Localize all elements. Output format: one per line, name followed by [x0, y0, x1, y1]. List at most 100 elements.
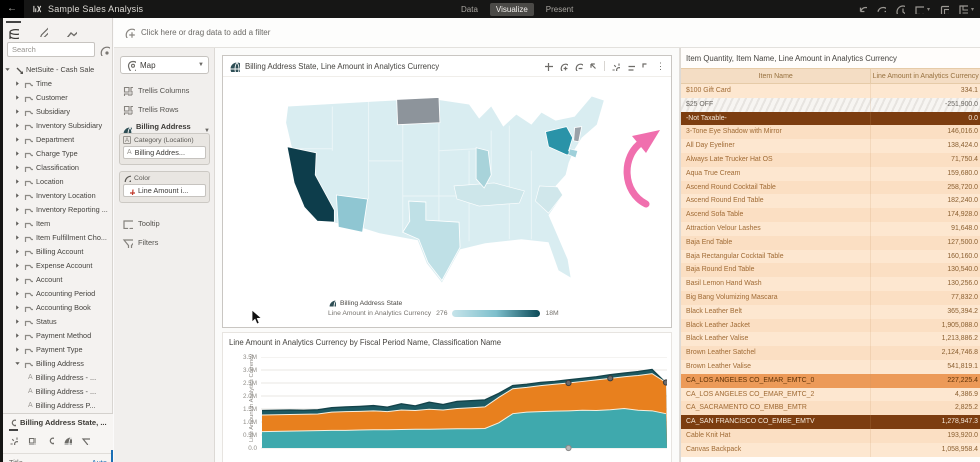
category-pill[interactable]: A Billing Addres... — [123, 146, 206, 159]
table-row[interactable]: Black Leather Jacket 1,905,088.0 — [681, 318, 980, 333]
undo-icon[interactable] — [857, 4, 867, 14]
attribute-icon: A — [28, 387, 33, 395]
tree-item[interactable]: Charge Type — [4, 146, 112, 160]
properties-tab-filter-icon[interactable] — [81, 432, 96, 452]
add-filter-icon[interactable] — [124, 27, 135, 38]
table-row[interactable]: Attraction Velour Lashes 91,648.0 — [681, 221, 980, 236]
tree-item[interactable]: Payment Type — [4, 342, 112, 356]
maximize-icon[interactable] — [641, 62, 650, 71]
fit-map-icon[interactable] — [589, 62, 598, 71]
present-window-icon[interactable] — [939, 4, 949, 14]
tree-item[interactable]: Payment Method — [4, 328, 112, 342]
table-row[interactable]: $25 OFF -251,900.0 — [681, 97, 980, 112]
zoom-in-icon[interactable] — [559, 62, 568, 71]
table-row[interactable]: CA_SACRAMENTO CO_EMBB_EMTR 2,825.2 — [681, 401, 980, 416]
table-row[interactable]: All Day Eyeliner 138,424.0 — [681, 139, 980, 153]
tree-item[interactable]: Location — [4, 174, 112, 188]
us-choropleth-map[interactable] — [268, 90, 640, 292]
table-row[interactable]: Baja Rectangular Cocktail Table 160,160.0 — [681, 249, 980, 264]
area-chart-card[interactable]: Line Amount in Analytics Currency by Fis… — [222, 332, 672, 462]
properties-tab-style-icon[interactable] — [27, 432, 42, 451]
back-button[interactable]: ← — [0, 0, 24, 18]
table-row[interactable]: -Not Taxable- 0.0 — [681, 111, 980, 126]
tree-item[interactable]: Time — [4, 76, 112, 90]
save-icon[interactable] — [958, 4, 968, 14]
properties-tab-general-icon[interactable] — [9, 429, 25, 452]
table-row[interactable]: Brown Leather Satchel 2,124,746.8 — [681, 346, 980, 360]
tree-item[interactable]: Item Fulfillment Cho... — [4, 230, 112, 244]
table-row[interactable]: Brown Leather Valise 541,819.1 — [681, 359, 980, 374]
grammar-trellis-columns[interactable]: Trellis Columns — [122, 85, 189, 96]
column-header-line-amount[interactable]: Line Amount in Analytics Currency — [870, 69, 980, 83]
properties-tab-map-icon[interactable] — [45, 432, 60, 451]
table-row[interactable]: CA_SAN FRANCISCO CO_EMBE_EMTV 1,278,947.3 — [681, 415, 980, 429]
tree-item[interactable]: Billing Account — [4, 244, 112, 258]
viz-type-select[interactable]: Map ▼ — [120, 56, 209, 74]
table-row[interactable]: Aqua True Cream 159,680.0 — [681, 166, 980, 181]
table-row[interactable]: Baja Round End Table 130,540.0 — [681, 263, 980, 278]
tree-item[interactable]: Account — [4, 272, 112, 286]
table-row[interactable]: Ascend Round End Table 182,240.0 — [681, 194, 980, 209]
grammar-filters[interactable]: Filters — [122, 237, 158, 248]
tree-item[interactable]: Billing Address — [4, 356, 112, 370]
tree-item[interactable]: NetSuite - Cash Sale — [4, 62, 112, 76]
tree-item-label: Status — [36, 316, 57, 326]
table-row[interactable]: Ascend Sofa Table 174,928.0 — [681, 208, 980, 222]
tree-item[interactable]: Status — [4, 314, 112, 328]
more-options-icon[interactable]: ⋮ — [656, 61, 665, 71]
tree-item[interactable]: Accounting Book — [4, 300, 112, 314]
grammar-tooltip[interactable]: Tooltip — [122, 218, 160, 229]
tree-item[interactable]: Customer — [4, 90, 112, 104]
table-row[interactable]: Canvas Backpack 1,058,958.4 — [681, 442, 980, 457]
table-row[interactable]: Baja End Table 127,500.0 — [681, 235, 980, 250]
color-pill[interactable]: Line Amount i... — [123, 184, 206, 197]
table-row[interactable]: CA_LOS ANGELES CO_EMAR_EMTC_0 227,225.4 — [681, 373, 980, 388]
history-icon[interactable] — [895, 4, 905, 14]
map-visualization-card[interactable]: Billing Address State, Line Amount in An… — [222, 55, 672, 328]
tree-item[interactable]: Inventory Location — [4, 188, 112, 202]
table-row[interactable]: Ascend Round Cocktail Table 258,720.0 — [681, 180, 980, 195]
column-header-item-name[interactable]: Item Name — [681, 69, 870, 83]
table-row[interactable]: Cable Knit Hat 193,920.0 — [681, 428, 980, 443]
tree-item[interactable]: A Billing Address - ... — [4, 384, 112, 398]
area-chart-plot[interactable] — [261, 357, 667, 462]
tree-item[interactable]: Item — [4, 216, 112, 230]
table-row[interactable]: $100 Gift Card 334.1 — [681, 84, 980, 98]
search-input[interactable] — [7, 42, 95, 57]
table-row[interactable]: CA_LOS ANGELES CO_EMAR_EMTC_2 4,386.9 — [681, 387, 980, 402]
color-dropzone[interactable]: Color Line Amount i... — [119, 171, 210, 203]
settings-gear-icon[interactable] — [611, 62, 620, 71]
category-dropzone[interactable]: A Category (Location) A Billing Addres... — [119, 133, 210, 165]
search-options-icon[interactable] — [99, 43, 114, 61]
tree-item[interactable]: A Billing Address P... — [4, 398, 112, 412]
grammar-trellis-rows[interactable]: Trellis Rows — [122, 104, 179, 115]
tree-item[interactable]: Subsidiary — [4, 104, 112, 118]
tree-item[interactable]: Inventory Subsidiary — [4, 118, 112, 132]
redo-icon[interactable] — [876, 4, 886, 14]
tab-visualize[interactable]: Visualize — [489, 2, 534, 16]
properties-tab-layer-icon[interactable] — [63, 432, 78, 451]
table-row[interactable]: Big Bang Volumizing Mascara 77,832.0 — [681, 290, 980, 305]
table-row[interactable]: Always Late Trucker Hat OS 71,750.4 — [681, 152, 980, 167]
tree-item[interactable]: Accounting Period — [4, 286, 112, 300]
table-header[interactable]: Item Name Line Amount in Analytics Curre… — [681, 68, 980, 84]
tree-item[interactable]: Inventory Reporting ... — [4, 202, 112, 216]
filter-bar[interactable]: Click here or drag data to add a filter — [114, 18, 980, 48]
table-row[interactable]: Black Leather Belt 365,394.2 — [681, 304, 980, 319]
save-dropdown-caret[interactable]: ▾ — [971, 6, 974, 13]
zoom-out-icon[interactable] — [574, 62, 583, 71]
sort-icon[interactable] — [626, 62, 635, 71]
tab-present[interactable]: Present — [540, 3, 580, 16]
comment-icon[interactable] — [914, 4, 924, 14]
tree-item[interactable]: Classification — [4, 160, 112, 174]
property-title-value[interactable]: Auto — [92, 458, 107, 462]
tree-item[interactable]: Department — [4, 132, 112, 146]
table-row[interactable]: Basil Lemon Hand Wash 130,256.0 — [681, 277, 980, 291]
table-row[interactable]: Black Leather Valise 1,213,886.2 — [681, 332, 980, 347]
tree-item[interactable]: A Billing Address - ... — [4, 370, 112, 384]
table-row[interactable]: 3-Tone Eye Shadow with Mirror 146,016.0 — [681, 125, 980, 140]
marquee-zoom-icon[interactable] — [544, 61, 553, 71]
tab-data[interactable]: Data — [455, 3, 484, 16]
comment-dropdown-caret[interactable]: ▾ — [927, 6, 930, 13]
tree-item[interactable]: Expense Account — [4, 258, 112, 272]
